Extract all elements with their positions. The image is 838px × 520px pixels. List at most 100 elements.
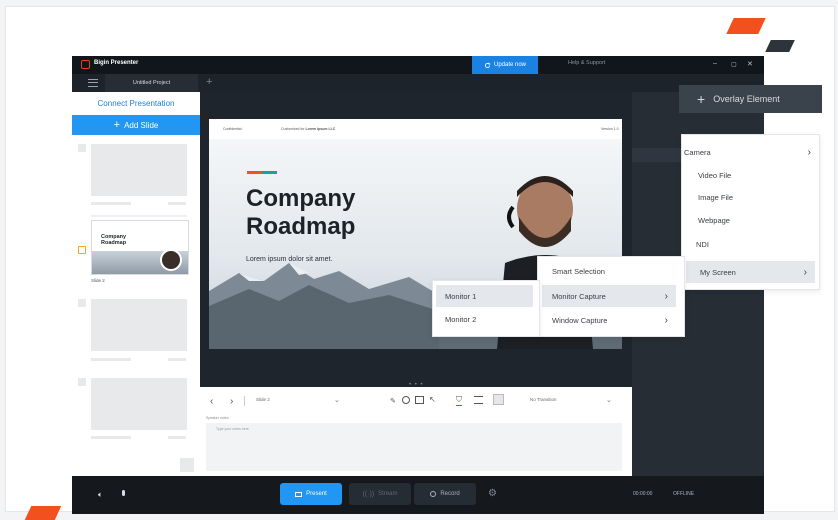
connect-presentation-link[interactable]: Connect Presentation xyxy=(72,92,200,115)
menu-item-monitor-2[interactable]: Monitor 2 xyxy=(436,308,533,330)
speaker-icon[interactable]: 🔈︎ xyxy=(98,490,103,500)
circle-tool-icon[interactable] xyxy=(402,396,410,404)
slide-subtitle: Lorem ipsum dolor sit amet. xyxy=(246,256,333,263)
slide-thumbnail[interactable] xyxy=(91,144,187,196)
overlay-menu: Camera › Video File Image File Webpage ND… xyxy=(681,134,820,290)
menu-item-ndi[interactable]: NDI xyxy=(682,233,819,255)
plus-icon: + xyxy=(697,91,706,107)
stream-button[interactable]: ((·)) Stream xyxy=(349,483,411,505)
speaker-notes-input[interactable]: Type your notes here xyxy=(206,423,622,471)
minimize-button[interactable]: – xyxy=(713,60,717,67)
refresh-icon xyxy=(484,62,491,68)
tab-bar: Untitled Project + xyxy=(72,74,764,92)
previous-slide-icon[interactable]: ‹ xyxy=(210,396,213,407)
status-badge: OFFLINE xyxy=(673,491,695,497)
slides-panel: Connect Presentation + Add Slide Company… xyxy=(72,92,200,476)
transition-chevron-down-icon[interactable]: ⌄ xyxy=(606,396,612,404)
divider xyxy=(244,396,245,406)
title-bar: Bigin Presenter Update now Help & Suppor… xyxy=(72,56,764,74)
slide-select[interactable]: Slide 2 xyxy=(256,397,270,402)
fill-color-icon[interactable]: ⛉ xyxy=(456,395,462,406)
rectangle-tool-icon[interactable] xyxy=(415,396,424,404)
slide-thumbnail[interactable] xyxy=(91,299,187,351)
update-label: Update now xyxy=(493,62,527,68)
slide-thumbnail[interactable] xyxy=(91,378,187,430)
chevron-right-icon: › xyxy=(664,290,668,302)
pen-icon[interactable]: ✎ xyxy=(390,397,396,405)
slide-header-mid: Customized for Lorem Ipsum LLC xyxy=(281,127,336,131)
slide-caption-placeholder xyxy=(168,436,186,439)
add-tab-button[interactable]: + xyxy=(206,76,212,88)
record-button[interactable]: Record xyxy=(414,483,476,505)
chevron-right-icon: › xyxy=(664,314,668,326)
menu-item-my-screen[interactable]: My Screen › xyxy=(686,261,815,283)
slide-caption-placeholder xyxy=(91,202,131,205)
present-icon xyxy=(295,491,303,497)
present-button[interactable]: Present xyxy=(280,483,342,505)
add-slide-button[interactable]: + Add Slide xyxy=(72,115,200,135)
microphone-icon[interactable] xyxy=(122,490,125,496)
plus-icon: + xyxy=(113,119,121,131)
menu-item-camera[interactable]: Camera › xyxy=(682,141,819,163)
slide-title: Company Roadmap xyxy=(246,185,356,240)
tab-project[interactable]: Untitled Project xyxy=(105,74,198,92)
stream-icon: ((·)) xyxy=(362,490,375,498)
layout-icon[interactable] xyxy=(493,394,504,405)
update-now-button[interactable]: Update now xyxy=(472,56,538,74)
slide-stage: Confidential Customized for Lorem Ipsum … xyxy=(200,92,632,388)
app-name: Bigin Presenter xyxy=(94,60,139,66)
record-icon xyxy=(430,491,437,497)
slide-handle xyxy=(78,378,86,386)
next-slide-icon[interactable]: › xyxy=(230,396,233,407)
record-label: Record xyxy=(440,491,460,497)
present-label: Present xyxy=(306,491,327,497)
slide-select-chevron-down-icon[interactable]: ⌄ xyxy=(334,396,340,404)
app-logo-icon xyxy=(81,60,90,69)
hamburger-menu-icon[interactable] xyxy=(88,79,98,87)
help-support-link[interactable]: Help & Support xyxy=(568,60,605,66)
menu-item-smart-selection[interactable]: Smart Selection xyxy=(552,263,605,279)
slide-caption-placeholder xyxy=(168,358,186,361)
transition-select[interactable]: No Transition xyxy=(530,397,557,402)
chevron-right-icon: › xyxy=(803,266,807,278)
menu-item-video-file[interactable]: Video File xyxy=(682,164,819,186)
line-width-icon[interactable] xyxy=(474,396,483,404)
slide-caption-placeholder xyxy=(168,202,186,205)
thumb-avatar xyxy=(160,249,182,271)
chevron-right-icon: › xyxy=(807,146,811,158)
my-screen-submenu: Smart Selection Monitor Capture › Window … xyxy=(537,256,685,337)
menu-item-image-file[interactable]: Image File xyxy=(682,186,819,208)
slide-handle xyxy=(78,144,86,152)
settings-gear-icon[interactable]: ⚙ xyxy=(488,488,497,499)
overlay-element-label: Overlay Element xyxy=(713,94,780,104)
menu-item-monitor-capture[interactable]: Monitor Capture › xyxy=(542,285,676,307)
active-slide-marker-icon xyxy=(78,246,86,254)
menu-item-monitor-1[interactable]: Monitor 1 xyxy=(436,285,533,307)
pointer-icon[interactable]: ↖ xyxy=(429,395,436,404)
notes-label: Speaker notes xyxy=(206,416,229,420)
thumb-title: Company Roadmap xyxy=(101,234,127,246)
notes-placeholder: Type your notes here xyxy=(216,427,249,431)
slide-thumbnail-active[interactable]: Company Roadmap xyxy=(91,220,189,275)
add-slide-label: Add Slide xyxy=(124,120,159,130)
slide-controls: ‹ › Slide 2 ⌄ ✎ ↖ ⛉ No Transition ⌄ Spea… xyxy=(200,387,632,476)
slide-header-left: Confidential xyxy=(223,127,242,131)
slide-header: Confidential Customized for Lorem Ipsum … xyxy=(209,119,622,139)
menu-item-webpage[interactable]: Webpage xyxy=(682,209,819,231)
slide-caption-placeholder xyxy=(91,215,187,217)
monitor-submenu: Monitor 1 Monitor 2 xyxy=(432,280,540,337)
accent-bar xyxy=(247,171,277,174)
timer: 00:00:00 xyxy=(633,491,653,497)
stream-label: Stream xyxy=(378,491,398,497)
slide-caption-placeholder xyxy=(91,436,131,439)
panel-resize-handle[interactable] xyxy=(180,458,194,472)
maximize-button[interactable]: ▢ xyxy=(731,61,737,68)
close-button[interactable]: ✕ xyxy=(747,60,753,68)
brand-stripe-orange-bottom xyxy=(24,506,62,520)
overlay-element-button[interactable]: + Overlay Element xyxy=(679,85,822,113)
bottom-bar: 🔈︎ Present ((·)) Stream Record ⚙ 00:00:0… xyxy=(72,476,764,514)
menu-item-window-capture[interactable]: Window Capture › xyxy=(542,309,676,331)
slide-caption-placeholder xyxy=(91,358,131,361)
slide-handle xyxy=(78,299,86,307)
slide-label: Slide 2 xyxy=(91,278,105,283)
